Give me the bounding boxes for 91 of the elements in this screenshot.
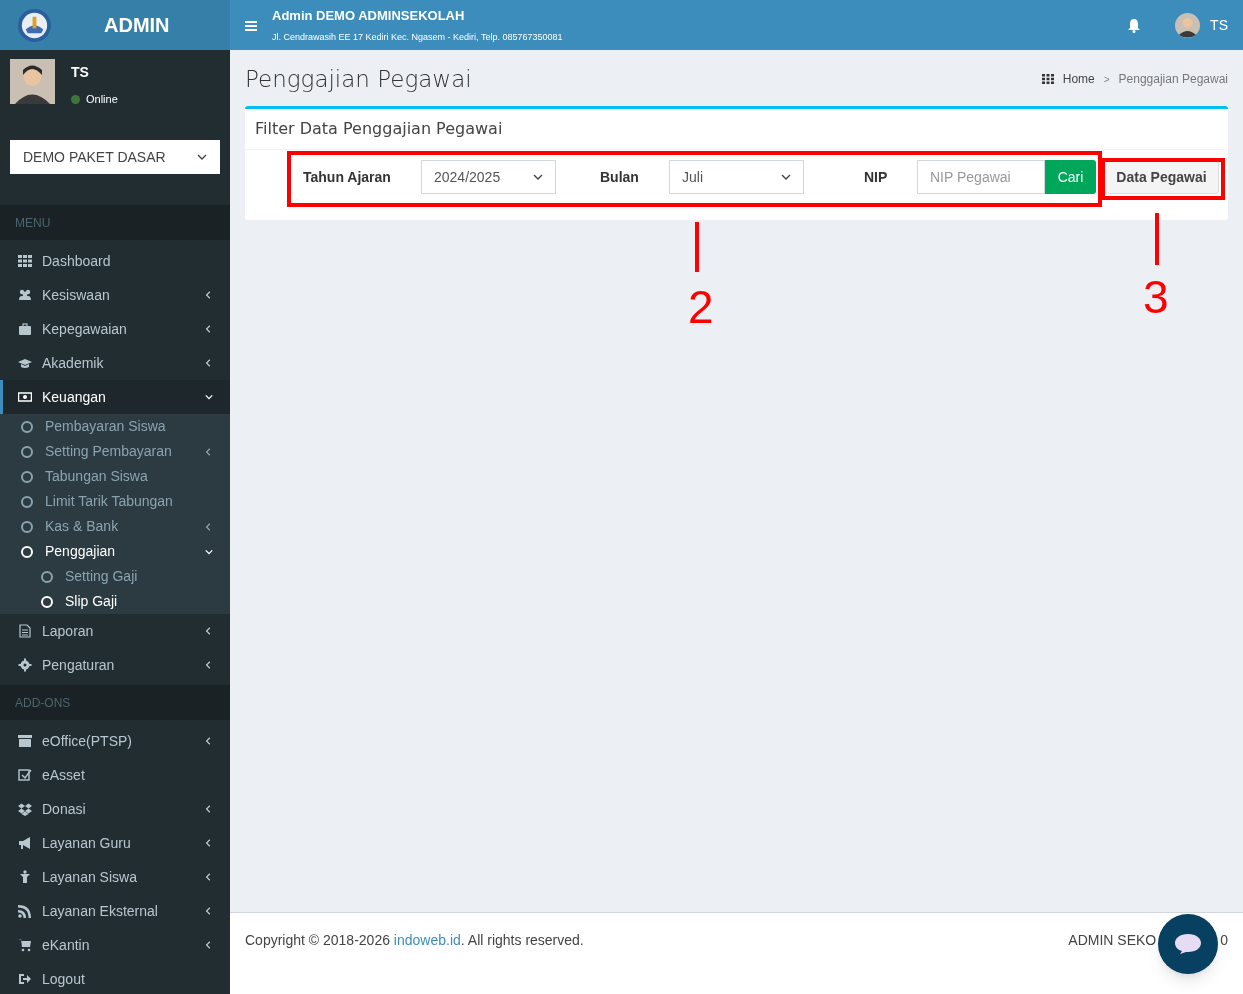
menu-item[interactable]: Layanan Siswa bbox=[0, 860, 230, 894]
status-text: Online bbox=[86, 92, 118, 107]
chevron-down-icon bbox=[781, 172, 791, 182]
diamond-pattern-icon bbox=[18, 802, 32, 816]
menu-item[interactable]: Layanan Guru bbox=[0, 826, 230, 860]
menu-item[interactable]: Pengaturan bbox=[0, 648, 230, 682]
annotation-number: 3 bbox=[1143, 274, 1169, 320]
grid-icon bbox=[1041, 74, 1054, 84]
menu-item[interactable]: Logout bbox=[0, 962, 230, 994]
chevron-left-icon bbox=[205, 805, 213, 813]
package-select[interactable]: DEMO PAKET DASAR bbox=[10, 140, 220, 174]
menu-item[interactable]: eKantin bbox=[0, 928, 230, 962]
chevron-left-icon bbox=[205, 627, 213, 635]
graduation-cap-icon bbox=[18, 356, 32, 370]
menu-icon[interactable] bbox=[245, 19, 257, 31]
chat-button[interactable] bbox=[1158, 914, 1218, 974]
submenu-item[interactable]: Slip Gaji bbox=[0, 589, 230, 614]
menu-item[interactable]: eOffice(PTSP) bbox=[0, 724, 230, 758]
menu-item[interactable]: Dashboard bbox=[0, 244, 230, 278]
user-name: TS bbox=[71, 63, 90, 82]
menu-item[interactable]: Donasi bbox=[0, 792, 230, 826]
school-name: Admin DEMO ADMINSEKOLAH bbox=[272, 7, 466, 25]
submenu-item[interactable]: Limit Tarik Tabungan bbox=[0, 489, 230, 514]
chevron-down-icon bbox=[205, 393, 213, 401]
chevron-left-icon bbox=[205, 839, 213, 847]
menu-item[interactable]: Keuangan bbox=[0, 380, 230, 414]
nip-input[interactable]: NIP Pegawai bbox=[917, 160, 1045, 194]
menu-item[interactable]: Akademik bbox=[0, 346, 230, 380]
chevron-left-icon bbox=[205, 291, 213, 299]
footer-link[interactable]: indoweb.id bbox=[393, 932, 461, 948]
chat-bubble-icon bbox=[1174, 933, 1202, 955]
briefcase-icon bbox=[18, 322, 32, 336]
submenu-item[interactable]: Pembayaran Siswa bbox=[0, 414, 230, 439]
submenu-item[interactable]: Penggajian bbox=[0, 539, 230, 564]
document-icon bbox=[18, 624, 32, 638]
submenu-item[interactable]: Tabungan Siswa bbox=[0, 464, 230, 489]
card-title: Filter Data Penggajian Pegawai bbox=[255, 118, 503, 140]
month-select[interactable]: Juli bbox=[669, 160, 804, 194]
chevron-down-icon bbox=[533, 172, 543, 182]
rss-icon bbox=[18, 904, 32, 918]
chevron-left-icon bbox=[205, 359, 213, 367]
banknote-icon bbox=[18, 390, 32, 404]
copyright-text: Copyright © 2018-2026 indoweb.id. All rights reserved. bbox=[245, 931, 584, 950]
breadcrumb-separator: > bbox=[1103, 72, 1110, 87]
breadcrumb-current: Penggajian Pegawai bbox=[1118, 71, 1228, 88]
chevron-left-icon bbox=[205, 873, 213, 881]
chevron-left-icon bbox=[205, 447, 213, 456]
school-address: Jl. Cendrawasih EE 17 Kediri Kec. Ngasem - Kediri, Telp. 085767350081 bbox=[272, 30, 563, 44]
menu-item[interactable]: Kesiswaan bbox=[0, 278, 230, 312]
footer-text: 0 bbox=[1220, 931, 1228, 950]
user-menu[interactable]: TS bbox=[1210, 14, 1228, 36]
figure-icon bbox=[18, 870, 32, 884]
employee-data-button[interactable]: Data Pegawai bbox=[1104, 160, 1219, 194]
chevron-left-icon bbox=[205, 522, 213, 531]
breadcrumb-link[interactable]: Home bbox=[1062, 70, 1095, 88]
chevron-left-icon bbox=[205, 941, 213, 949]
submenu-item[interactable]: Kas & Bank bbox=[0, 514, 230, 539]
submenu-item[interactable]: Setting Gaji bbox=[0, 564, 230, 589]
chevron-left-icon bbox=[205, 907, 213, 915]
menu-item[interactable]: Layanan Eksternal bbox=[0, 894, 230, 928]
cart-icon bbox=[18, 938, 32, 952]
menu-item[interactable]: Laporan bbox=[0, 614, 230, 648]
users-icon bbox=[18, 288, 32, 302]
megaphone-icon bbox=[18, 836, 32, 850]
chevron-down-icon bbox=[205, 547, 213, 556]
field-label: Tahun Ajaran bbox=[303, 167, 392, 187]
year-select[interactable]: 2024/2025 bbox=[421, 160, 556, 194]
submenu-item[interactable]: Setting Pembayaran bbox=[0, 439, 230, 464]
checkbox-icon bbox=[18, 768, 32, 782]
chevron-left-icon bbox=[205, 325, 213, 333]
archive-icon bbox=[18, 734, 32, 748]
chevron-left-icon bbox=[205, 737, 213, 745]
avatar-icon[interactable] bbox=[1175, 12, 1201, 38]
footer-text: ADMIN SEKO bbox=[1068, 931, 1157, 950]
gear-icon bbox=[18, 658, 32, 672]
annotation-number: 2 bbox=[688, 284, 714, 330]
menu-section-header: ADD-ONS bbox=[15, 694, 71, 712]
brand-title: ADMIN bbox=[104, 13, 170, 38]
bell-icon[interactable] bbox=[1127, 17, 1142, 33]
menu-item[interactable]: eAsset bbox=[0, 758, 230, 792]
chevron-down-icon bbox=[197, 152, 207, 162]
grid-icon bbox=[18, 254, 32, 268]
avatar-icon bbox=[10, 59, 55, 104]
logout-icon bbox=[18, 972, 32, 986]
emblem-logo bbox=[17, 7, 52, 43]
field-label: NIP bbox=[864, 167, 889, 187]
field-label: Bulan bbox=[600, 167, 640, 187]
page-title: Penggajian Pegawai bbox=[245, 64, 472, 94]
menu-section-header: MENU bbox=[15, 214, 51, 232]
chevron-left-icon bbox=[205, 661, 213, 669]
menu-item[interactable]: Kepegawaian bbox=[0, 312, 230, 346]
